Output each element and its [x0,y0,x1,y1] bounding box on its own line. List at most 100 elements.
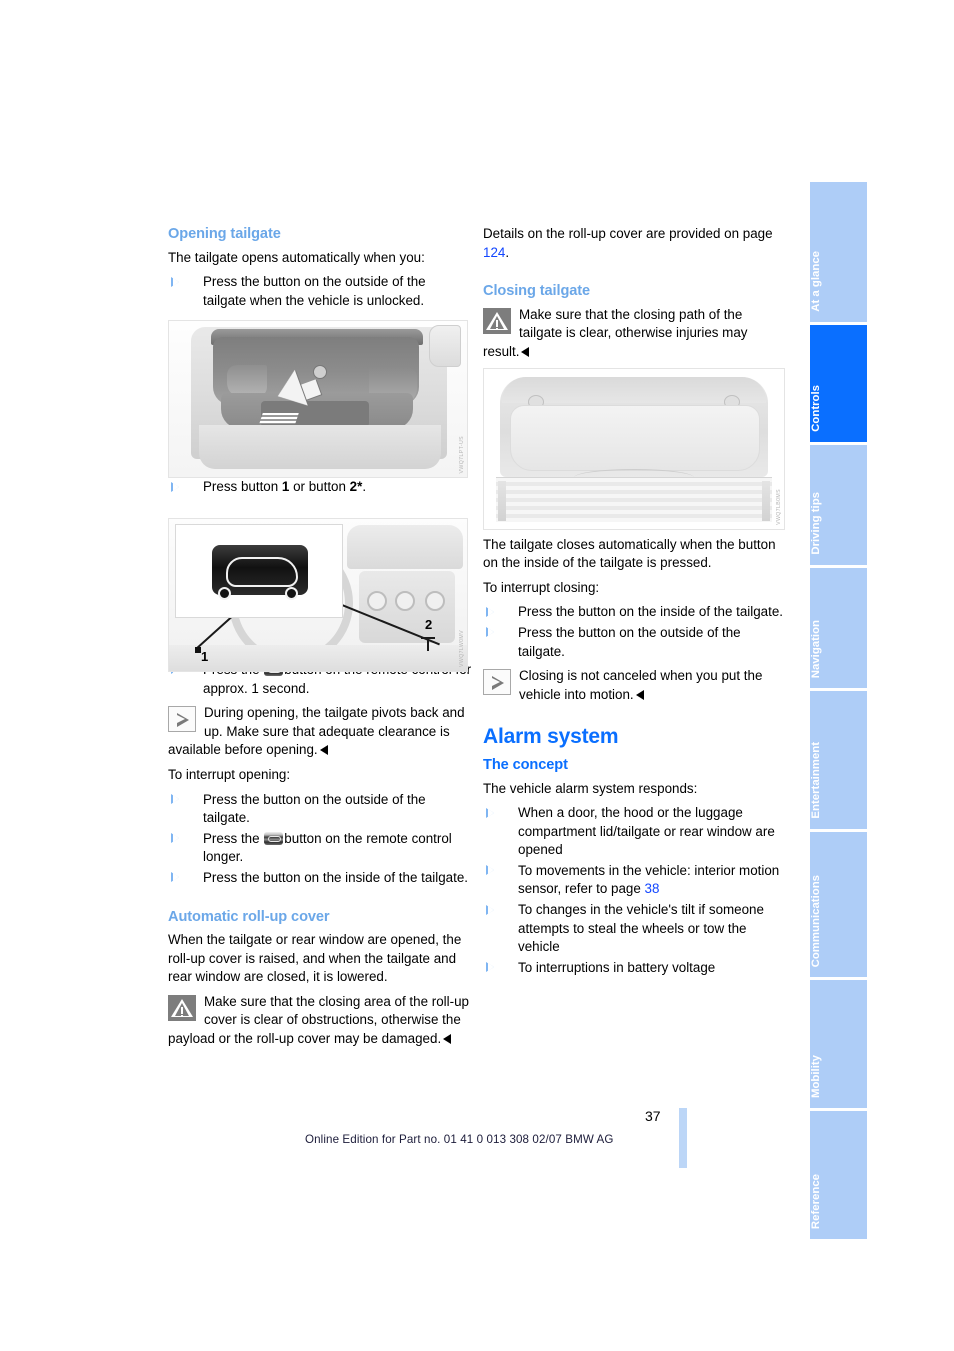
list-item: Press the button on the outside of the t… [168,273,472,310]
heading-alarm-system: Alarm system [483,725,619,749]
page-link-38[interactable]: 38 [645,881,660,896]
figure-interior-buttons: 1 2 VWQ7LW0MV [168,518,468,672]
warning-icon [168,994,196,1021]
figure-tailgate-exterior: VWQ7LPT-US [168,320,468,478]
info-icon [168,706,196,733]
sidebar-tab-label: Controls [810,385,822,432]
concept-intro-text: The vehicle alarm system responds: [483,780,698,796]
list-item: Press the button on the outside of the t… [483,624,787,661]
figure-tailgate-interior: VWQ7LB0MS [483,368,785,530]
note-opening-clearance: During opening, the tailgate pivots back… [168,704,472,760]
list-item: Press the button on the outside of the t… [168,791,472,828]
end-marker-icon [635,689,644,700]
sidebar-tab-label: At a glance [810,251,822,312]
press-button-prefix: Press button [203,479,282,495]
sidebar-tab-controls[interactable]: Controls [810,325,867,442]
press-button-bullet-list: Press button 1 or button 2*. [168,478,472,497]
section-tabs-sidebar: At a glance Controls Driving tips Naviga… [810,182,867,1242]
callout-box [175,524,343,618]
sidebar-tab-entertainment[interactable]: Entertainment [810,691,867,829]
page-link-124[interactable]: 124 [483,245,505,260]
sidebar-tab-driving-tips[interactable]: Driving tips [810,445,867,565]
manual-page: Opening tailgate The tailgate opens auto… [0,0,954,1351]
remote-tailgate-key-icon [264,831,284,845]
bullet-text: Press the button on the remote control l… [203,831,452,865]
end-marker-icon [319,745,328,756]
interrupt-opening-bullet-list: Press the button on the outside of the t… [168,791,472,888]
bullet-triangle-icon [171,872,179,883]
press-button-suffix: . [362,479,367,495]
closing-paragraph: The tailgate closes automatically when t… [483,536,776,571]
interrupt-remote-pre: Press the [203,830,264,846]
end-marker-icon [521,346,530,357]
footer-edition-text: Online Edition for Part no. 01 41 0 013 … [305,1133,614,1146]
bullet-text: To changes in the vehicle's tilt if some… [518,902,764,955]
bullet-text: Press button 1 or button 2*. [203,479,366,494]
list-item: Press the button on the inside of the ta… [483,603,787,622]
sidebar-tab-label: Driving tips [810,492,822,555]
list-item: Press button 1 or button 2*. [168,478,472,497]
rollup-paragraph: When the tailgate or rear window are ope… [168,932,462,985]
bullet-text: Press the button on the outside of the t… [203,791,426,826]
press-button-middle: or button [289,479,350,495]
opening-intro-text: The tailgate opens automatically when yo… [168,249,425,265]
bullet-text: Press the button on the outside of the t… [203,274,426,308]
footer-accent-bar [679,1108,687,1168]
figure-credit: VWQ7LB0MS [776,489,782,525]
sidebar-tab-mobility[interactable]: Mobility [810,980,867,1108]
list-item: To changes in the vehicle's tilt if some… [483,901,787,957]
figure-credit: VWQ7LW0MV [459,630,465,667]
sidebar-tab-label: Entertainment [810,742,822,819]
opening-bullet-list: Press the button on the outside of the t… [168,273,472,310]
bullet-triangle-icon [486,904,494,915]
list-item: Press the button on the inside of the ta… [168,869,472,888]
sidebar-tab-at-a-glance[interactable]: At a glance [810,182,867,322]
sidebar-tab-communications[interactable]: Communications [810,832,867,977]
bullet-triangle-icon [486,606,494,617]
bullet-triangle-icon [486,962,494,973]
bullet-triangle-icon [486,627,494,638]
list-item: Press the button on the remote control l… [168,830,472,867]
bullet-text: Press the button on the inside of the ta… [518,604,784,620]
bullet-triangle-icon [171,481,179,492]
sidebar-tab-label: Reference [810,1173,822,1229]
figure-label-1: 1 [201,649,209,664]
button-number-2: 2* [349,479,363,495]
list-item: To interruptions in battery voltage [483,959,787,978]
bullet-triangle-icon [486,865,494,876]
interrupt-closing-label: To interrupt closing: [483,579,600,595]
sidebar-tab-label: Navigation [810,619,822,678]
sidebar-tab-reference[interactable]: Reference [810,1111,867,1239]
bullet-text: Press the button on the outside of the t… [518,624,741,659]
figure-label-2: 2 [425,617,433,632]
right-column: Details on the roll-up cover are provide… [483,225,787,983]
bullet-text: Press the button on the inside of the ta… [203,869,469,885]
heading-closing-tailgate: Closing tailgate [483,283,591,300]
heading-the-concept: The concept [483,756,568,773]
warning-text: Make sure that the closing area of the r… [168,993,469,1047]
figure-credit: VWQ7LPT-US [459,435,465,473]
interrupt-closing-bullet-list: Press the button on the inside of the ta… [483,603,787,661]
sidebar-tab-label: Mobility [810,1054,822,1098]
bullet-triangle-icon [171,794,179,805]
heading-opening-tailgate: Opening tailgate [168,226,281,242]
tailgate-button-icon [212,545,308,600]
heading-automatic-rollup-cover: Automatic roll-up cover [168,908,330,925]
info-icon [483,669,511,696]
list-item: When a door, the hood or the luggage com… [483,804,787,860]
bullet-text: When a door, the hood or the luggage com… [518,805,775,858]
note-closing-motion: Closing is not canceled when you put the… [483,667,787,704]
sidebar-tab-navigation[interactable]: Navigation [810,568,867,688]
alarm-bullet-list: When a door, the hood or the luggage com… [483,804,787,977]
details-post: . [505,244,510,260]
end-marker-icon [443,1034,452,1045]
details-pre: Details on the roll-up cover are provide… [483,226,773,241]
bullet-text: To interruptions in battery voltage [518,959,716,975]
rollup-details-paragraph: Details on the roll-up cover are provide… [483,225,787,262]
bullet-text: To movements in the vehicle: interior mo… [518,863,779,897]
note-text: During opening, the tailgate pivots back… [168,705,465,758]
bullet-triangle-icon [486,807,494,818]
interrupt-opening-label: To interrupt opening: [168,766,291,782]
list-item: To movements in the vehicle: interior mo… [483,862,787,899]
bullet-triangle-icon [171,833,179,844]
